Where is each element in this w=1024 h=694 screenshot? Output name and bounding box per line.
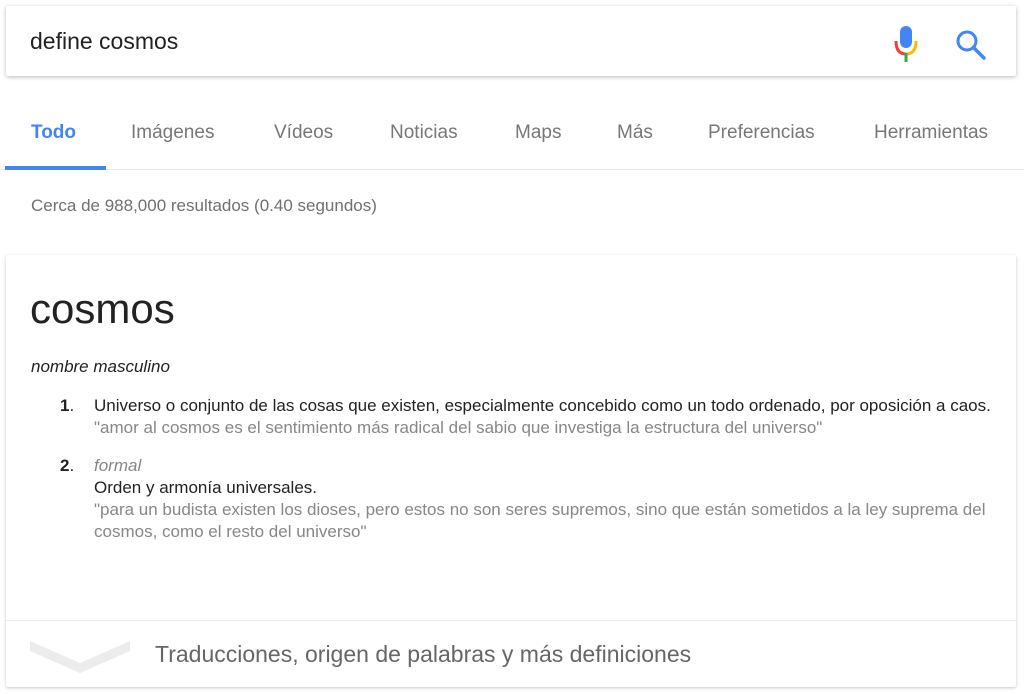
result-stats: Cerca de 988,000 resultados (0.40 segund… (31, 196, 377, 215)
tab-videos[interactable]: Vídeos (274, 96, 333, 170)
definition-list: 1. Universo o conjunto de las cosas que … (60, 395, 1000, 543)
definition-number: 2. (60, 456, 75, 475)
tab-imagenes[interactable]: Imágenes (131, 96, 214, 170)
tab-preferencias[interactable]: Preferencias (708, 96, 815, 170)
tab-herramientas[interactable]: Herramientas (874, 96, 988, 170)
tab-mas[interactable]: Más (617, 96, 653, 170)
definition-example: "para un budista existen los dioses, per… (94, 500, 986, 541)
mic-icon[interactable] (891, 24, 921, 64)
page: Todo Imágenes Vídeos Noticias Maps Más P… (0, 0, 1024, 694)
part-of-speech: nombre masculino (31, 357, 170, 376)
search-box (6, 6, 1016, 76)
dictionary-card: cosmos nombre masculino 1. Universo o co… (6, 255, 1016, 687)
tab-bar: Todo Imágenes Vídeos Noticias Maps Más P… (0, 96, 1024, 170)
definition-text: Universo o conjunto de las cosas que exi… (94, 396, 991, 415)
tab-maps[interactable]: Maps (515, 96, 561, 170)
definition-item: 2. formal Orden y armonía universales. "… (60, 455, 1000, 543)
definition-number: 1. (60, 396, 75, 415)
tab-noticias[interactable]: Noticias (390, 96, 458, 170)
tab-todo[interactable]: Todo (31, 96, 76, 170)
definition-example: "amor al cosmos es el sentimiento más ra… (94, 418, 823, 437)
chevron-down-icon (30, 641, 130, 673)
search-icon[interactable] (954, 28, 988, 62)
search-input[interactable] (30, 6, 850, 76)
dictionary-word: cosmos (30, 285, 175, 332)
definition-register-label: formal (94, 456, 142, 475)
definition-item: 1. Universo o conjunto de las cosas que … (60, 395, 1000, 439)
more-definitions-label: Traducciones, origen de palabras y más d… (155, 641, 692, 667)
active-tab-indicator (5, 166, 106, 170)
definition-text: Orden y armonía universales. (94, 478, 317, 497)
more-definitions-button[interactable]: Traducciones, origen de palabras y más d… (6, 620, 1016, 687)
